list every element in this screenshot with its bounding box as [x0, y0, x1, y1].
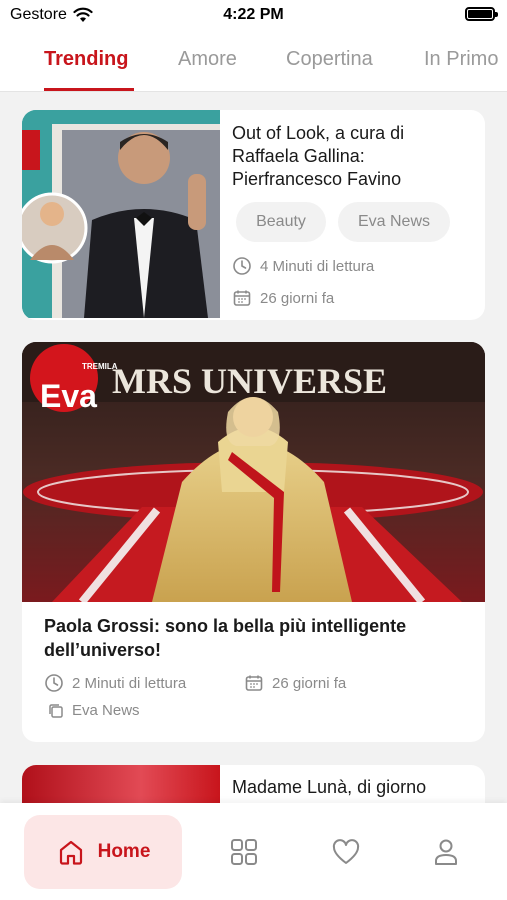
- reading-time: 4 Minuti di lettura: [232, 256, 374, 276]
- nav-favorites-button[interactable]: [330, 836, 362, 868]
- article-thumbnail[interactable]: [22, 110, 220, 318]
- active-tab-indicator: [44, 88, 134, 91]
- article-category: Eva News: [48, 702, 140, 719]
- article-title[interactable]: Madame Lunà, di giorno: [232, 777, 426, 798]
- calendar-icon: [233, 290, 251, 306]
- publish-date-label: 26 giorni fa: [272, 674, 347, 692]
- tag-chip[interactable]: Eva News: [338, 202, 450, 242]
- status-bar: Gestore 4:22 PM: [0, 0, 507, 30]
- home-icon: [59, 840, 82, 865]
- tab-trending[interactable]: Trending: [44, 48, 128, 71]
- battery-icon: [465, 7, 498, 21]
- article-card[interactable]: Eva TREMILA MRS UNIVERSE Paola Grossi: s…: [22, 342, 485, 742]
- nav-categories-button[interactable]: [228, 836, 260, 868]
- tab-copertina[interactable]: Copertina: [286, 48, 373, 71]
- status-time: 4:22 PM: [223, 6, 284, 23]
- clock-icon: [45, 674, 63, 692]
- article-title[interactable]: Out of Look, a cura di Raffaela Gallina:…: [232, 122, 472, 191]
- publish-date: 26 giorni fa: [232, 288, 334, 308]
- article-card[interactable]: Out of Look, a cura di Raffaela Gallina:…: [22, 110, 485, 320]
- nav-profile-button[interactable]: [430, 836, 462, 868]
- clock-icon: [233, 257, 251, 275]
- tag-chip[interactable]: Beauty: [236, 202, 326, 242]
- bottom-navigation: Home: [0, 803, 507, 900]
- article-title[interactable]: Paola Grossi: sono la bella più intellig…: [44, 614, 474, 662]
- article-category-label: Eva News: [72, 702, 140, 719]
- nav-home-button[interactable]: Home: [24, 815, 182, 889]
- profile-icon: [435, 839, 457, 865]
- tab-in-primo[interactable]: In Primo: [424, 48, 498, 71]
- nav-home-label: Home: [97, 841, 151, 862]
- publish-date: 26 giorni fa: [244, 673, 346, 693]
- category-tabs: Trending Amore Copertina In Primo: [0, 30, 507, 92]
- copy-icon: [49, 703, 63, 718]
- calendar-icon: [245, 675, 263, 691]
- reading-time-label: 2 Minuti di lettura: [72, 674, 187, 692]
- publish-date-label: 26 giorni fa: [260, 289, 335, 307]
- article-hero-image[interactable]: Eva TREMILA MRS UNIVERSE: [22, 342, 485, 602]
- eva-logo: Eva: [40, 378, 97, 414]
- reading-time: 2 Minuti di lettura: [44, 673, 186, 693]
- tab-amore[interactable]: Amore: [178, 48, 237, 71]
- heart-icon: [332, 839, 360, 864]
- grid-icon: [231, 839, 257, 865]
- reading-time-label: 4 Minuti di lettura: [260, 257, 375, 275]
- hero-banner-text: MRS UNIVERSE: [112, 361, 388, 401]
